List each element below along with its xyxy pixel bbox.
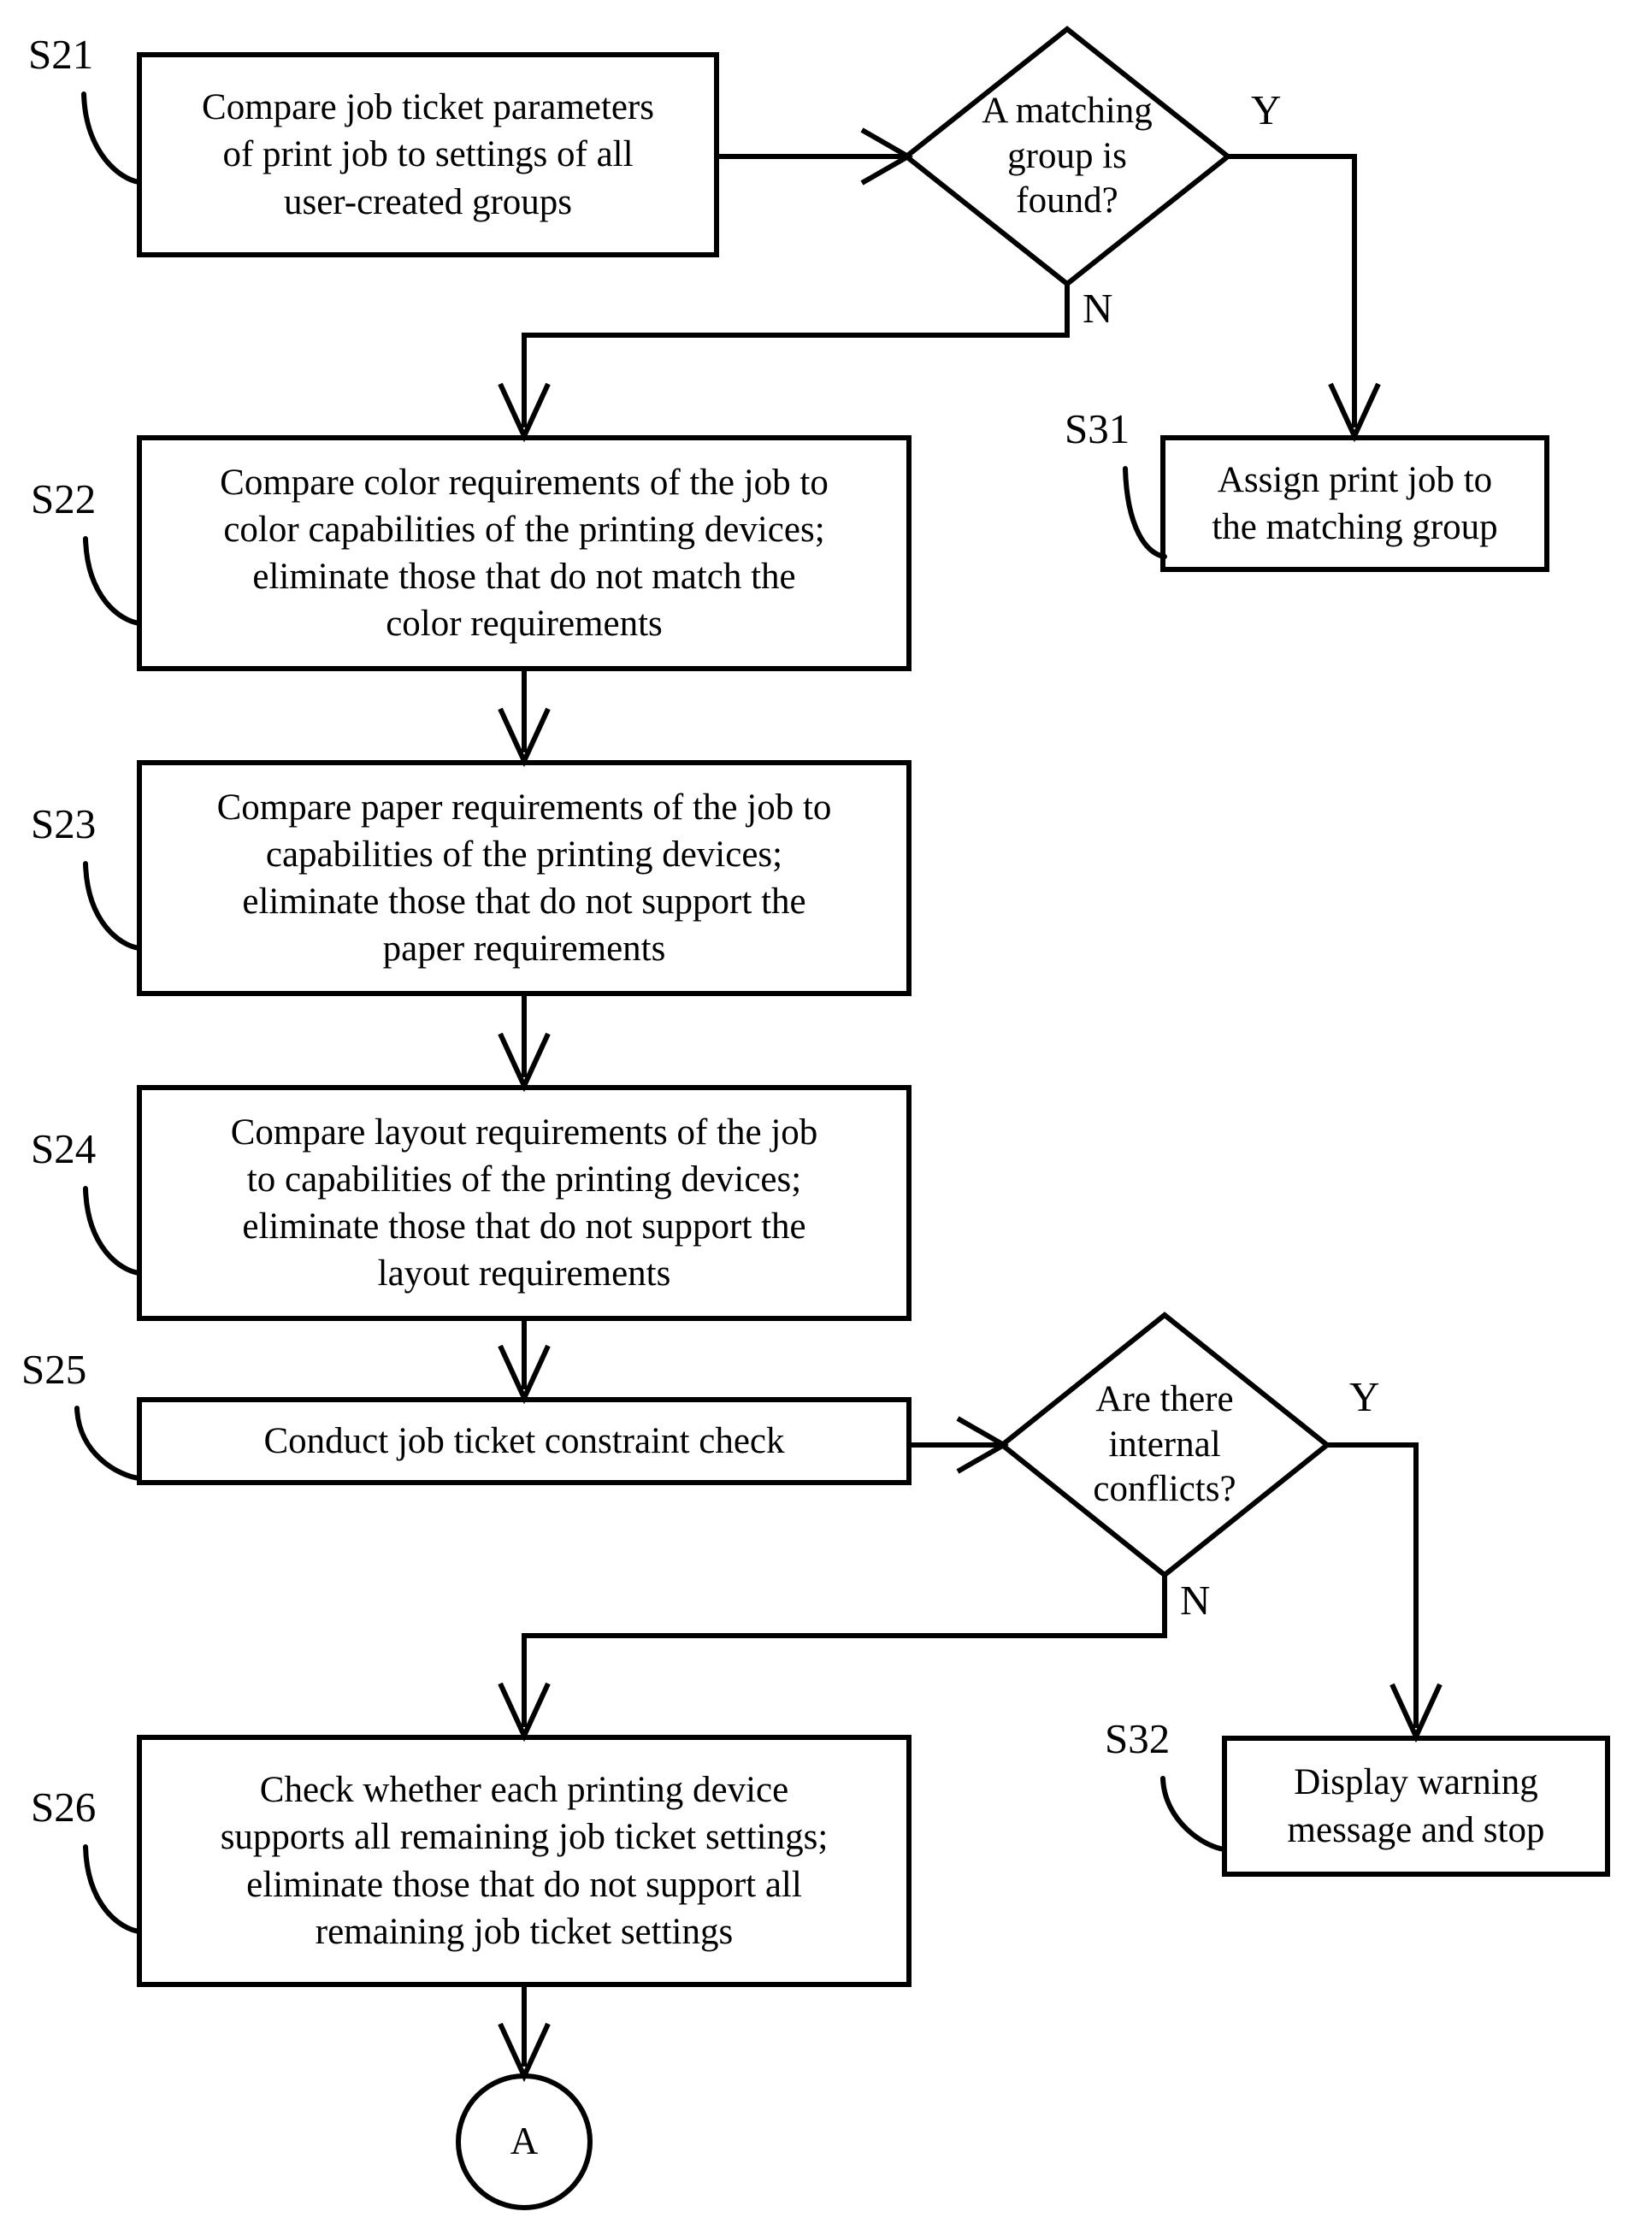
branch-label-decision2-no: N xyxy=(1180,1577,1211,1624)
edge-decision2-yes-to-s32 xyxy=(1327,1442,1419,1728)
node-s25-box xyxy=(137,1397,912,1485)
node-s22-box xyxy=(137,435,912,671)
edge-decision1-no-to-s22 xyxy=(522,284,1070,428)
leader-s25 xyxy=(74,1406,142,1481)
flowchart-canvas: Compare job ticket parameters of print j… xyxy=(0,0,1652,2235)
node-decision-internal-conflicts xyxy=(998,1312,1331,1578)
node-decision-matching-group xyxy=(902,26,1232,287)
leader-s23 xyxy=(83,861,142,951)
branch-label-decision2-yes: Y xyxy=(1349,1373,1380,1420)
leader-s21 xyxy=(81,91,142,185)
node-s26-box xyxy=(137,1735,912,1987)
flowchart-graphics xyxy=(74,26,1610,2210)
node-connector-a xyxy=(456,2073,593,2210)
edge-decision2-no-to-s26 xyxy=(522,1575,1167,1727)
step-tag-s32: S32 xyxy=(1105,1715,1171,1762)
step-tag-s25: S25 xyxy=(21,1346,87,1393)
edge-decision1-yes-to-s31 xyxy=(1228,154,1357,428)
step-tag-s24: S24 xyxy=(31,1125,97,1172)
node-s24-box xyxy=(137,1085,912,1321)
node-s23-box xyxy=(137,760,912,996)
step-tag-s23: S23 xyxy=(31,800,97,847)
leader-s22 xyxy=(83,536,142,626)
leader-s31 xyxy=(1123,466,1167,559)
node-s21-box xyxy=(137,52,719,257)
step-tag-s26: S26 xyxy=(31,1784,97,1831)
step-tag-s31: S31 xyxy=(1065,405,1130,452)
leader-s26 xyxy=(83,1844,142,1934)
step-tag-s21: S21 xyxy=(28,31,94,78)
step-tag-s22: S22 xyxy=(31,475,97,522)
node-s31-box xyxy=(1160,435,1549,572)
node-s32-box xyxy=(1222,1736,1610,1877)
branch-label-decision1-yes: Y xyxy=(1251,86,1282,133)
leader-s32 xyxy=(1160,1776,1227,1852)
branch-label-decision1-no: N xyxy=(1083,285,1113,332)
leader-s24 xyxy=(83,1186,142,1276)
